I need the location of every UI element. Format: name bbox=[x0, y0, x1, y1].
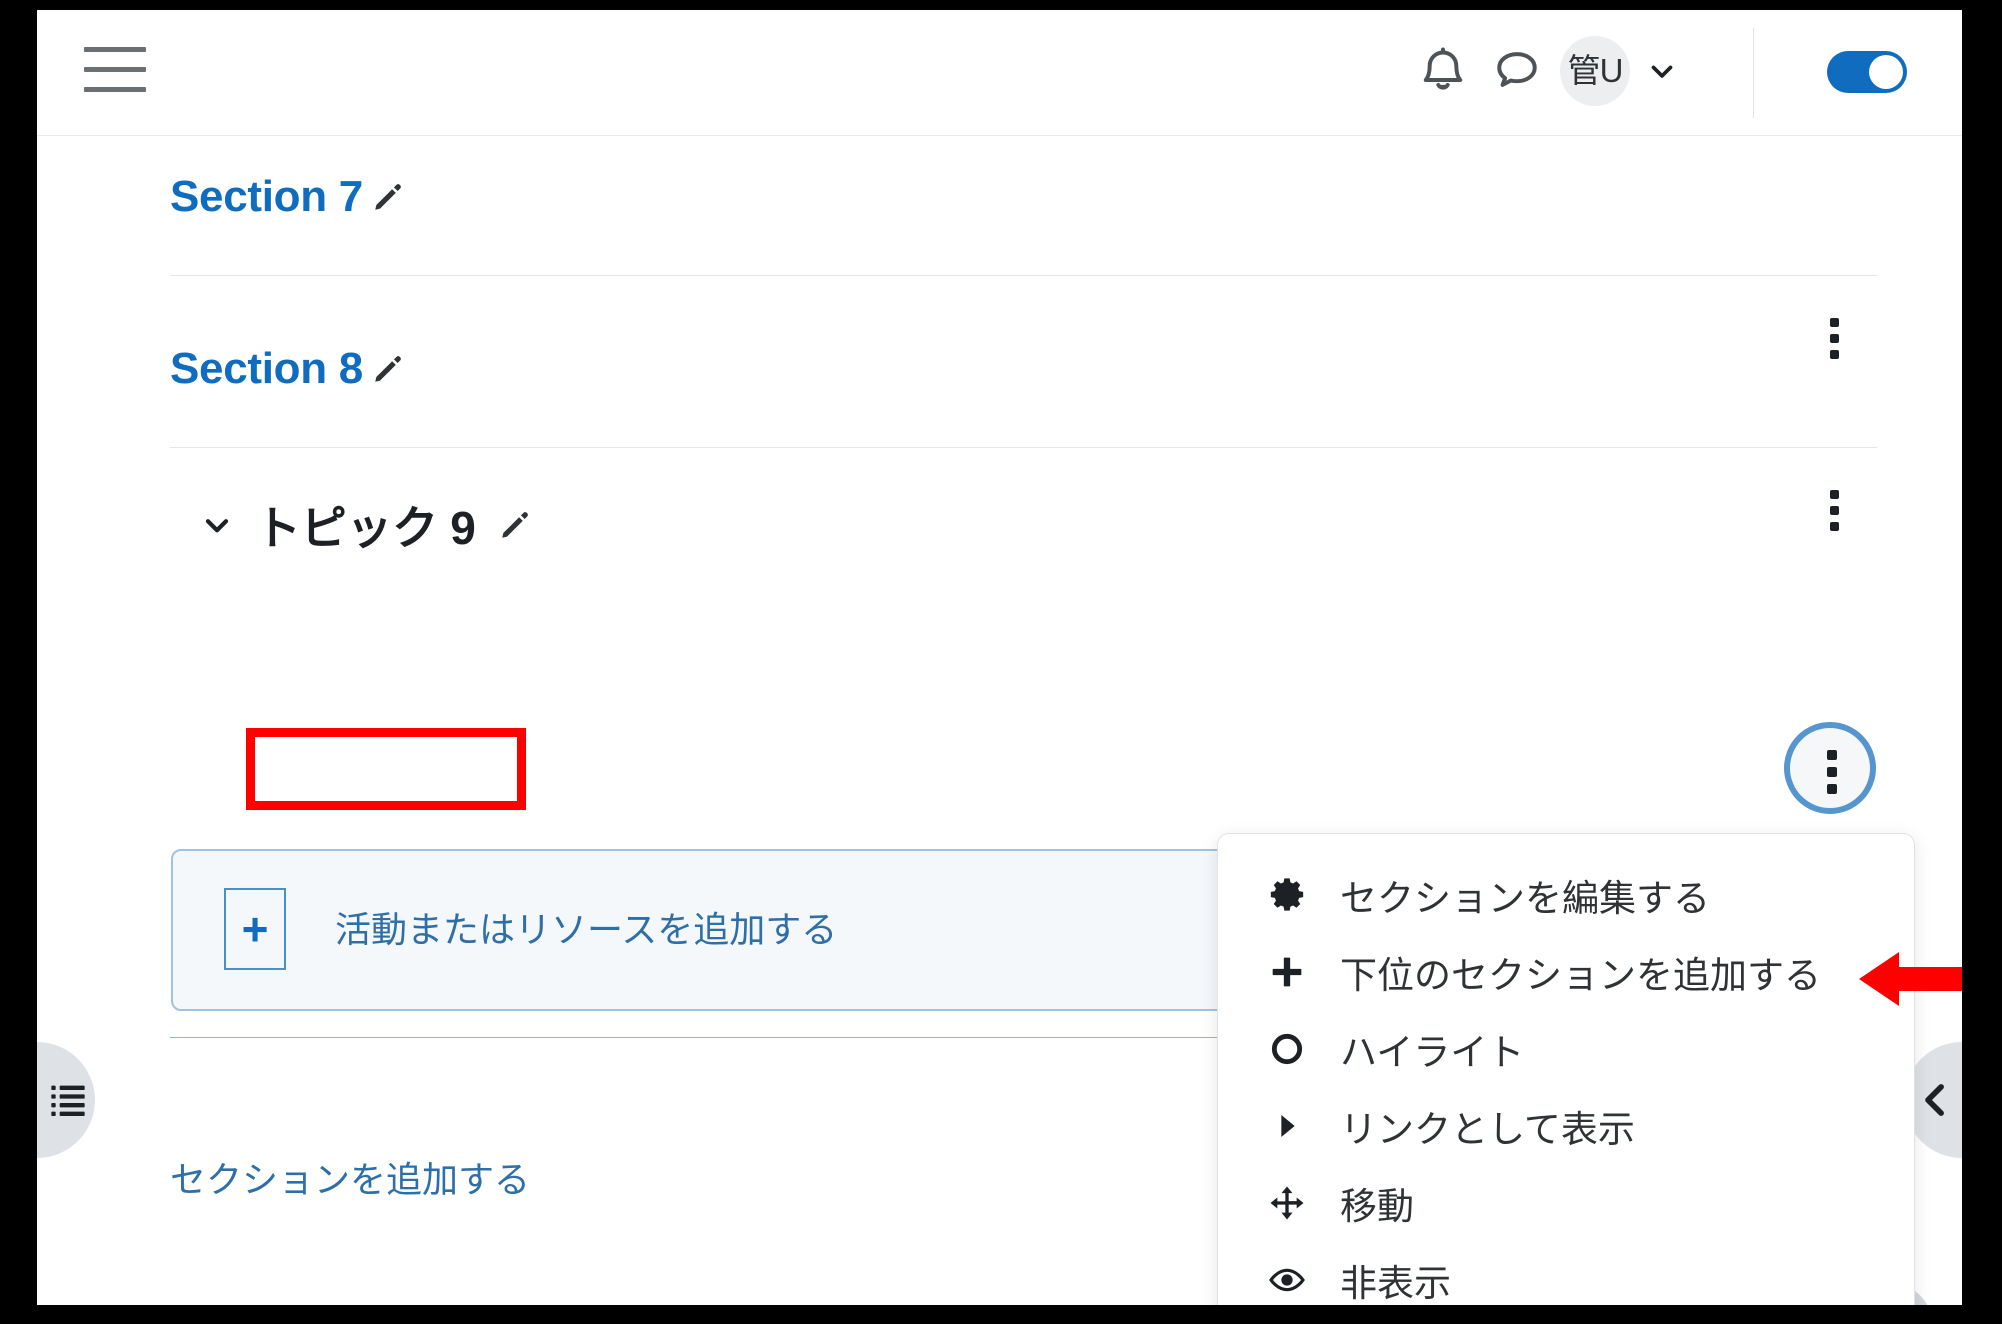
plus-icon bbox=[1264, 949, 1310, 995]
section-header-8: Section 8 bbox=[170, 344, 405, 394]
section-title-8[interactable]: Section 8 bbox=[170, 344, 363, 394]
section-header-topic9: トピック 9 bbox=[199, 492, 532, 558]
pencil-icon[interactable] bbox=[371, 352, 405, 386]
list-icon bbox=[47, 1080, 89, 1120]
chevron-left-icon bbox=[1914, 1078, 1956, 1122]
move-arrows-icon bbox=[1264, 1180, 1310, 1226]
site-header: 管U bbox=[37, 10, 1962, 136]
section-menu-button-7[interactable] bbox=[1810, 310, 1858, 366]
menu-item-highlight[interactable]: ハイライト bbox=[1218, 1010, 1914, 1087]
annotation-highlight-box bbox=[246, 728, 526, 810]
add-section-link[interactable]: セクションを追加する bbox=[170, 1151, 530, 1203]
dot bbox=[1830, 350, 1839, 359]
chevron-down-icon[interactable] bbox=[1645, 54, 1679, 88]
menu-item-move[interactable]: 移動 bbox=[1218, 1164, 1914, 1241]
edit-mode-toggle[interactable] bbox=[1827, 51, 1907, 93]
dot bbox=[1830, 506, 1839, 515]
triangle-right-icon bbox=[1264, 1103, 1310, 1149]
chevron-down-icon[interactable] bbox=[199, 507, 235, 543]
hamburger-bar bbox=[84, 67, 146, 72]
menu-item-label: セクションを編集する bbox=[1340, 877, 1710, 919]
menu-item-label: 移動 bbox=[1340, 1185, 1414, 1227]
eye-icon bbox=[1264, 1257, 1310, 1303]
dot bbox=[1830, 490, 1839, 499]
dot bbox=[1830, 522, 1839, 531]
header-divider bbox=[1753, 28, 1754, 118]
menu-item-show-as-link[interactable]: リンクとして表示 bbox=[1218, 1087, 1914, 1164]
section-divider bbox=[170, 275, 1877, 276]
add-activity-plus-icon[interactable]: + bbox=[224, 888, 286, 970]
section-title-topic9[interactable]: トピック 9 bbox=[255, 492, 476, 558]
section-actions-menu: セクションを編集する 下位のセクションを追加する ハイライト リンクとして表示 … bbox=[1217, 833, 1915, 1305]
section-header-7: Section 7 bbox=[170, 172, 405, 222]
menu-item-hide[interactable]: 非表示 bbox=[1218, 1241, 1914, 1305]
bell-icon[interactable] bbox=[1415, 42, 1471, 102]
menu-item-label: 非表示 bbox=[1340, 1262, 1451, 1304]
menu-item-label: リンクとして表示 bbox=[1340, 1108, 1635, 1150]
pencil-icon[interactable] bbox=[371, 180, 405, 214]
dot bbox=[1830, 334, 1839, 343]
hamburger-bar bbox=[84, 87, 146, 92]
dot bbox=[1827, 767, 1837, 777]
menu-item-label: ハイライト bbox=[1340, 1031, 1525, 1073]
circle-icon bbox=[1264, 1026, 1310, 1072]
menu-item-label: 下位のセクションを追加する bbox=[1340, 954, 1821, 996]
course-content: Section 7 Section 8 トピック 9 + 活動またはリソースを追… bbox=[37, 136, 1962, 1305]
dot bbox=[1827, 784, 1837, 794]
gear-icon bbox=[1264, 872, 1310, 918]
pencil-icon[interactable] bbox=[498, 508, 532, 542]
hamburger-menu-icon[interactable] bbox=[84, 47, 154, 99]
screenshot-frame: 管U Section 7 Section 8 トピック 9 + 活動またはリソー… bbox=[0, 0, 2002, 1324]
dot bbox=[1830, 318, 1839, 327]
menu-item-edit-section[interactable]: セクションを編集する bbox=[1218, 856, 1914, 933]
add-activity-label[interactable]: 活動またはリソースを追加する bbox=[335, 901, 837, 953]
avatar[interactable]: 管U bbox=[1560, 36, 1630, 106]
section-menu-button-8[interactable] bbox=[1810, 482, 1858, 538]
message-bubble-icon[interactable] bbox=[1489, 42, 1545, 102]
section-menu-button-topic9[interactable] bbox=[1784, 722, 1876, 814]
menu-item-add-subsection[interactable]: 下位のセクションを追加する bbox=[1218, 933, 1914, 1010]
page-canvas: 管U Section 7 Section 8 トピック 9 + 活動またはリソー… bbox=[37, 10, 1962, 1305]
hamburger-bar bbox=[84, 47, 146, 52]
course-index-drawer-button[interactable] bbox=[37, 1042, 95, 1158]
dot bbox=[1827, 750, 1837, 760]
section-title-7[interactable]: Section 7 bbox=[170, 172, 363, 222]
section-divider bbox=[170, 447, 1877, 448]
toggle-knob bbox=[1869, 55, 1903, 89]
